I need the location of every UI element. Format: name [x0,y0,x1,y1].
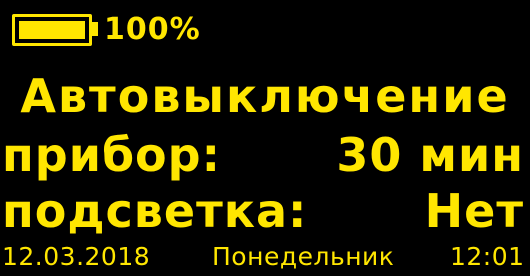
battery-tip [92,22,98,36]
setting-row-device[interactable]: прибор: 30 мин [0,124,530,186]
footer-datetime: 12.03.2018 Понедельник 12:01 [0,238,530,276]
setting-value-device[interactable]: 30 мин [336,124,524,186]
footer-date: 12.03.2018 [2,242,151,271]
battery-icon [12,14,92,46]
setting-label-device: прибор: [2,128,221,182]
device-screen: 100% Автовыключение прибор: 30 мин подсв… [0,0,530,276]
setting-row-backlight[interactable]: подсветка: Нет [0,180,530,242]
page-title: Автовыключение [20,69,510,123]
footer-weekday: Понедельник [212,242,395,271]
footer-time: 12:01 [450,242,525,271]
setting-value-backlight[interactable]: Нет [425,180,524,242]
battery-level-fill [19,21,85,39]
battery-percent: 100% [104,12,201,47]
setting-label-backlight: подсветка: [2,184,308,238]
